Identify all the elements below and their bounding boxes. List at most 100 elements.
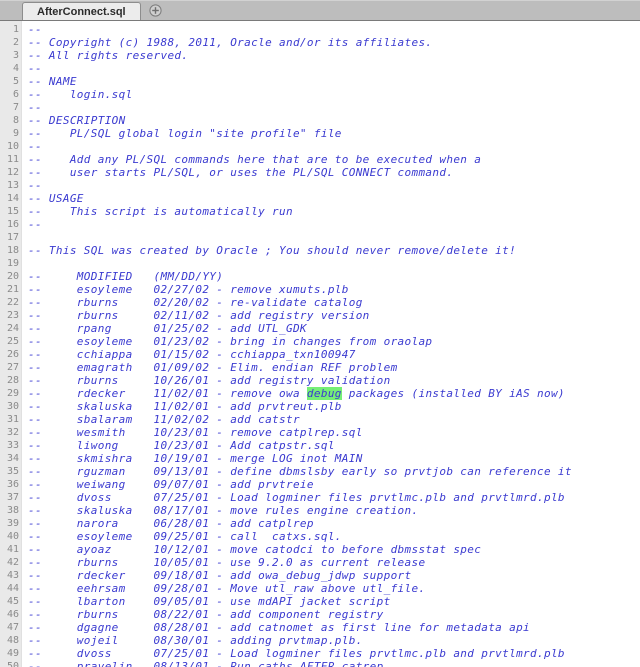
code-text[interactable]: -- This SQL was created by Oracle ; You … (22, 244, 516, 257)
code-line[interactable]: 25 -- esoyleme 01/23/02 - bring in change… (0, 335, 640, 348)
code-line[interactable]: 41 -- ayoaz 10/12/01 - move catodci to be… (0, 543, 640, 556)
code-line[interactable]: 14 -- USAGE (0, 192, 640, 205)
code-line[interactable]: 19 (0, 257, 640, 270)
code-line[interactable]: 20 -- MODIFIED (MM/DD/YY) (0, 270, 640, 283)
code-text[interactable]: -- (22, 62, 42, 75)
code-text[interactable]: -- lbarton 09/05/01 - use mdAPI jacket s… (22, 595, 391, 608)
code-line[interactable]: 36 -- weiwang 09/07/01 - add prvtreie (0, 478, 640, 491)
code-text[interactable]: -- rburns 10/26/01 - add registry valida… (22, 374, 391, 387)
code-line[interactable]: 43 -- rdecker 09/18/01 - add owa_debug_jd… (0, 569, 640, 582)
code-text[interactable]: -- pravelin 08/13/01 - Run caths AFTER c… (22, 660, 391, 667)
code-line[interactable]: 35 -- rguzman 09/13/01 - define dbmslsby … (0, 465, 640, 478)
code-line[interactable]: 3 -- All rights reserved. (0, 49, 640, 62)
code-text[interactable]: -- (22, 23, 42, 36)
code-line[interactable]: 10 -- (0, 140, 640, 153)
code-text[interactable]: -- Add any PL/SQL commands here that are… (22, 153, 481, 166)
code-text[interactable]: -- skaluska 08/17/01 - move rules engine… (22, 504, 418, 517)
code-text[interactable]: -- liwong 10/23/01 - Add catpstr.sql (22, 439, 335, 452)
code-line[interactable]: 5 -- NAME (0, 75, 640, 88)
code-text[interactable]: -- narora 06/28/01 - add catplrep (22, 517, 314, 530)
code-text[interactable]: -- skmishra 10/19/01 - merge LOG inot MA… (22, 452, 363, 465)
code-line[interactable]: 16 -- (0, 218, 640, 231)
code-line[interactable]: 23 -- rburns 02/11/02 - add registry vers… (0, 309, 640, 322)
code-text[interactable]: -- rburns 10/05/01 - use 9.2.0 as curren… (22, 556, 425, 569)
code-text[interactable]: -- rburns 02/20/02 - re-validate catalog (22, 296, 363, 309)
code-text[interactable]: -- DESCRIPTION (22, 114, 126, 127)
code-text[interactable]: -- rburns 08/22/01 - add component regis… (22, 608, 384, 621)
code-text[interactable]: -- (22, 101, 42, 114)
code-line[interactable]: 30 -- skaluska 11/02/01 - add prvtreut.pl… (0, 400, 640, 413)
code-lines-container[interactable]: 1 -- 2 -- Copyright (c) 1988, 2011, Oracle … (0, 21, 640, 667)
code-line[interactable]: 46 -- rburns 08/22/01 - add component reg… (0, 608, 640, 621)
code-line[interactable]: 13 -- (0, 179, 640, 192)
code-line[interactable]: 28 -- rburns 10/26/01 - add registry vali… (0, 374, 640, 387)
code-text[interactable]: -- dvoss 07/25/01 - Load logminer files … (22, 647, 565, 660)
code-text[interactable]: -- dgagne 08/28/01 - add catnomet as fir… (22, 621, 530, 634)
code-text[interactable]: -- All rights reserved. (22, 49, 188, 62)
code-line[interactable]: 18 -- This SQL was created by Oracle ; Yo… (0, 244, 640, 257)
code-text[interactable]: -- NAME (22, 75, 77, 88)
code-line[interactable]: 2 -- Copyright (c) 1988, 2011, Oracle and… (0, 36, 640, 49)
code-text[interactable]: -- esoyleme 09/25/01 - call catxs.sql. (22, 530, 342, 543)
code-line[interactable]: 6 -- login.sql (0, 88, 640, 101)
code-editor[interactable]: 1 -- 2 -- Copyright (c) 1988, 2011, Oracle … (0, 21, 640, 667)
code-line[interactable]: 48 -- wojeil 08/30/01 - adding prvtmap.pl… (0, 634, 640, 647)
code-line[interactable]: 26 -- cchiappa 01/15/02 - cchiappa_txn100… (0, 348, 640, 361)
code-line[interactable]: 44 -- eehrsam 09/28/01 - Move utl_raw abo… (0, 582, 640, 595)
code-text[interactable]: -- (22, 179, 42, 192)
code-line[interactable]: 34 -- skmishra 10/19/01 - merge LOG inot … (0, 452, 640, 465)
code-line[interactable]: 49 -- dvoss 07/25/01 - Load logminer file… (0, 647, 640, 660)
code-line[interactable]: 7 -- (0, 101, 640, 114)
code-line[interactable]: 17 (0, 231, 640, 244)
code-text[interactable]: -- eehrsam 09/28/01 - Move utl_raw above… (22, 582, 425, 595)
code-line[interactable]: 4 -- (0, 62, 640, 75)
code-line[interactable]: 1 -- (0, 23, 640, 36)
code-text[interactable]: -- rdecker 11/02/01 - remove owa debug p… (22, 387, 565, 400)
code-line[interactable]: 8 -- DESCRIPTION (0, 114, 640, 127)
code-line[interactable]: 40 -- esoyleme 09/25/01 - call catxs.sql. (0, 530, 640, 543)
code-text[interactable]: -- wesmith 10/23/01 - remove catplrep.sq… (22, 426, 363, 439)
code-line[interactable]: 9 -- PL/SQL global login "site profile" f… (0, 127, 640, 140)
code-text[interactable]: -- rguzman 09/13/01 - define dbmslsby ea… (22, 465, 572, 478)
code-line[interactable]: 15 -- This script is automatically run (0, 205, 640, 218)
code-text[interactable]: -- dvoss 07/25/01 - Load logminer files … (22, 491, 565, 504)
code-line[interactable]: 42 -- rburns 10/05/01 - use 9.2.0 as curr… (0, 556, 640, 569)
code-line[interactable]: 33 -- liwong 10/23/01 - Add catpstr.sql (0, 439, 640, 452)
code-text[interactable]: -- login.sql (22, 88, 133, 101)
code-line[interactable]: 27 -- emagrath 01/09/02 - Elim. endian RE… (0, 361, 640, 374)
code-line[interactable]: 21 -- esoyleme 02/27/02 - remove xumuts.p… (0, 283, 640, 296)
code-text[interactable]: -- sbalaram 11/02/02 - add catstr (22, 413, 300, 426)
code-line[interactable]: 32 -- wesmith 10/23/01 - remove catplrep.… (0, 426, 640, 439)
code-text[interactable]: -- esoyleme 01/23/02 - bring in changes … (22, 335, 432, 348)
code-text[interactable]: -- Copyright (c) 1988, 2011, Oracle and/… (22, 36, 432, 49)
code-line[interactable]: 31 -- sbalaram 11/02/02 - add catstr (0, 413, 640, 426)
code-line[interactable]: 45 -- lbarton 09/05/01 - use mdAPI jacket… (0, 595, 640, 608)
code-line[interactable]: 37 -- dvoss 07/25/01 - Load logminer file… (0, 491, 640, 504)
tab-afterconnect-sql[interactable]: AfterConnect.sql (22, 2, 141, 20)
code-text[interactable]: -- rdecker 09/18/01 - add owa_debug_jdwp… (22, 569, 412, 582)
code-text[interactable]: -- rburns 02/11/02 - add registry versio… (22, 309, 370, 322)
code-text[interactable]: -- user starts PL/SQL, or uses the PL/SQ… (22, 166, 453, 179)
code-text[interactable]: -- PL/SQL global login "site profile" fi… (22, 127, 342, 140)
code-text[interactable]: -- (22, 218, 42, 231)
code-line[interactable]: 11 -- Add any PL/SQL commands here that a… (0, 153, 640, 166)
code-line[interactable]: 24 -- rpang 01/25/02 - add UTL_GDK (0, 322, 640, 335)
code-text[interactable]: -- rpang 01/25/02 - add UTL_GDK (22, 322, 307, 335)
code-text[interactable]: -- weiwang 09/07/01 - add prvtreie (22, 478, 314, 491)
code-text[interactable]: -- ayoaz 10/12/01 - move catodci to befo… (22, 543, 481, 556)
code-line[interactable]: 47 -- dgagne 08/28/01 - add catnomet as f… (0, 621, 640, 634)
code-text[interactable]: -- wojeil 08/30/01 - adding prvtmap.plb. (22, 634, 363, 647)
code-text[interactable]: -- MODIFIED (MM/DD/YY) (22, 270, 223, 283)
code-text[interactable]: -- (22, 140, 42, 153)
code-text[interactable]: -- cchiappa 01/15/02 - cchiappa_txn10094… (22, 348, 356, 361)
code-line[interactable]: 29 -- rdecker 11/02/01 - remove owa debug… (0, 387, 640, 400)
code-line[interactable]: 39 -- narora 06/28/01 - add catplrep (0, 517, 640, 530)
code-text[interactable]: -- USAGE (22, 192, 84, 205)
plus-circle-icon[interactable] (145, 1, 167, 19)
code-text[interactable]: -- emagrath 01/09/02 - Elim. endian REF … (22, 361, 398, 374)
code-line[interactable]: 50 -- pravelin 08/13/01 - Run caths AFTER… (0, 660, 640, 667)
code-line[interactable]: 12 -- user starts PL/SQL, or uses the PL/… (0, 166, 640, 179)
code-line[interactable]: 38 -- skaluska 08/17/01 - move rules engi… (0, 504, 640, 517)
code-text[interactable]: -- This script is automatically run (22, 205, 293, 218)
code-text[interactable]: -- skaluska 11/02/01 - add prvtreut.plb (22, 400, 342, 413)
